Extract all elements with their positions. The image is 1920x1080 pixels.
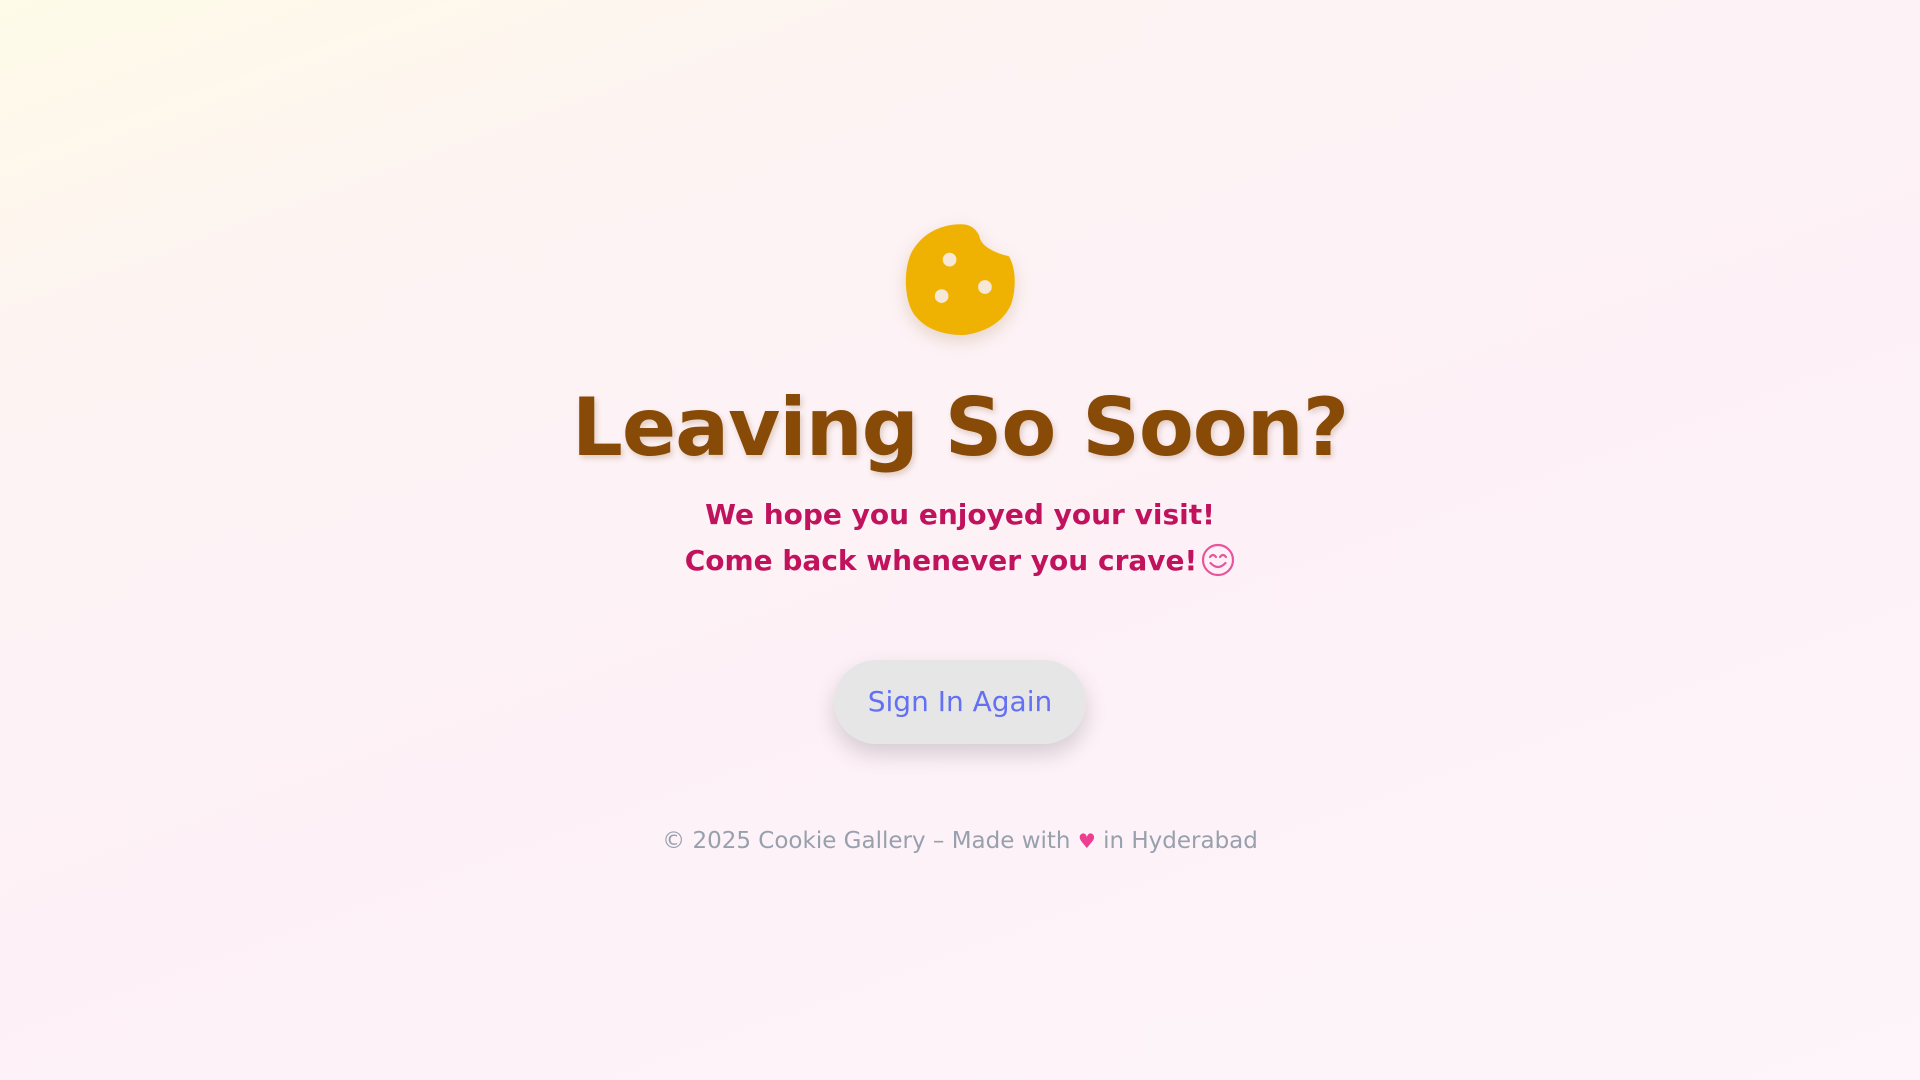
cookie-icon-graphic	[905, 224, 1015, 335]
footer-location: in Hyderabad	[1103, 828, 1258, 854]
cookie-chip-3	[934, 289, 949, 303]
footer: © 2025 Cookie Gallery – Made with ♥ in H…	[0, 824, 1920, 858]
page-title: Leaving So Soon?	[571, 381, 1349, 474]
farewell-line-1: We hope you enjoyed your visit!	[705, 498, 1215, 531]
farewell-message: We hope you enjoyed your visit! Come bac…	[0, 492, 1920, 584]
cookie-icon	[904, 222, 1018, 336]
sign-in-again-button[interactable]: Sign In Again	[834, 660, 1086, 744]
cookie-body	[905, 224, 1015, 335]
cookie-chip-1	[942, 252, 957, 267]
farewell-line-2: Come back whenever you crave!	[684, 544, 1198, 577]
footer-copyright: © 2025 Cookie Gallery – Made with	[662, 828, 1071, 854]
heart-icon: ♥	[1077, 829, 1096, 853]
farewell-line-2-wrap: Come back whenever you crave!	[0, 538, 1920, 584]
cookie-chip-2	[978, 280, 992, 294]
smiling-face-icon	[1202, 543, 1235, 577]
